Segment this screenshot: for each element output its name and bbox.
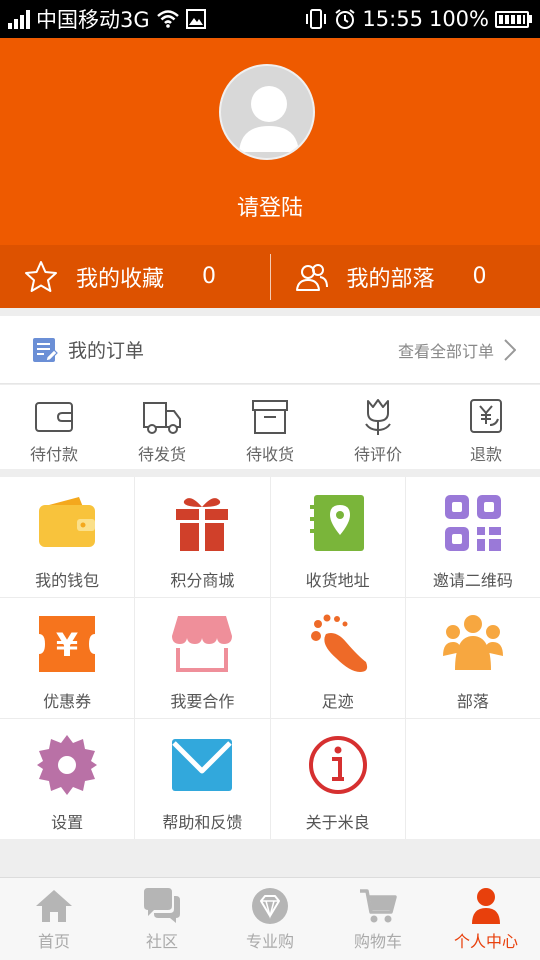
status-bar: 中国移动3G 15:55 100% xyxy=(0,0,540,38)
cart-icon xyxy=(360,889,397,923)
chevron-right-icon xyxy=(504,338,516,361)
box-icon xyxy=(252,400,288,434)
wallet-icon xyxy=(35,402,73,432)
grid-label: 邀请二维码 xyxy=(432,571,513,590)
shop-icon xyxy=(172,616,233,672)
grid-label: 关于米良 xyxy=(305,813,370,832)
grid-label: 我要合作 xyxy=(170,692,235,711)
view-all-label: 查看全部订单 xyxy=(397,341,494,361)
purse-icon xyxy=(39,497,96,547)
grid-item-invite-qr[interactable]: 邀请二维码 xyxy=(405,477,540,597)
tribes-label: 我的部落 xyxy=(346,266,435,292)
tab-community[interactable]: 社区 xyxy=(108,878,216,960)
order-pending-review[interactable]: 待评价 xyxy=(324,385,432,469)
tribes-count: 0 xyxy=(472,264,487,289)
address-book-icon xyxy=(309,495,364,551)
grid-item-points-mall[interactable]: 积分商城 xyxy=(135,477,270,597)
battery-icon xyxy=(495,10,532,28)
svg-text:¥: ¥ xyxy=(56,626,78,664)
info-icon xyxy=(308,736,367,794)
chat-icon xyxy=(144,888,180,923)
refund-icon xyxy=(470,399,502,433)
alarm-icon xyxy=(335,9,356,29)
grid-label: 帮助和反馈 xyxy=(162,813,243,832)
grid-item-coupons[interactable]: ¥ 优惠券 xyxy=(0,598,135,718)
order-label: 待收货 xyxy=(245,445,294,464)
tab-label: 个人中心 xyxy=(453,932,518,951)
signal-icon xyxy=(8,9,30,29)
grid-label: 设置 xyxy=(51,813,84,832)
order-refund[interactable]: 退款 xyxy=(432,385,540,469)
view-all-orders-link[interactable]: 查看全部订单 xyxy=(398,338,516,362)
default-avatar-icon xyxy=(239,86,299,152)
gift-icon xyxy=(176,498,229,551)
login-link[interactable]: 请登陆 xyxy=(0,190,540,222)
order-label: 待评价 xyxy=(353,445,402,464)
image-notification-icon xyxy=(185,9,206,29)
qr-code-icon xyxy=(444,495,501,551)
grid-item-address[interactable]: 收货地址 xyxy=(270,477,405,597)
group-icon xyxy=(442,615,503,670)
home-icon xyxy=(36,890,72,922)
mail-icon xyxy=(172,739,233,791)
order-pending-payment[interactable]: 待付款 xyxy=(0,385,108,469)
grid-label: 我的钱包 xyxy=(35,571,100,590)
grid-label: 优惠券 xyxy=(43,692,92,711)
grid-label: 积分商城 xyxy=(170,571,235,590)
grid-item-wallet[interactable]: 我的钱包 xyxy=(0,477,135,597)
grid-item-settings[interactable]: 设置 xyxy=(0,719,135,839)
order-status-row: 待付款 待发货 待收货 待评价 退款 xyxy=(0,385,540,469)
grid-item-about[interactable]: 关于米良 xyxy=(270,719,405,839)
tab-personal-center[interactable]: 个人中心 xyxy=(432,878,540,960)
tab-label: 首页 xyxy=(37,932,70,951)
tab-home[interactable]: 首页 xyxy=(0,878,108,960)
grid-label: 足迹 xyxy=(321,692,354,711)
users-icon xyxy=(295,263,328,291)
grid-label: 部落 xyxy=(456,692,489,711)
profile-header: 请登陆 xyxy=(0,38,540,245)
orders-header[interactable]: 我的订单 查看全部订单 xyxy=(0,316,540,384)
grid-empty-cell xyxy=(405,719,540,839)
person-icon xyxy=(472,888,500,924)
order-list-icon xyxy=(33,337,58,362)
wifi-icon xyxy=(156,10,179,28)
star-icon xyxy=(25,260,57,292)
settings-gear-icon xyxy=(37,735,98,795)
battery-percent: 100% xyxy=(428,7,489,31)
favorites-label: 我的收藏 xyxy=(76,266,165,292)
coupon-icon: ¥ xyxy=(39,616,96,672)
vibrate-icon xyxy=(306,9,327,29)
grid-item-footprints[interactable]: 足迹 xyxy=(270,598,405,718)
tab-label: 社区 xyxy=(145,932,178,951)
order-label: 退款 xyxy=(469,445,502,464)
tab-pro-shopping[interactable]: 专业购 xyxy=(216,878,324,960)
order-label: 待发货 xyxy=(137,445,186,464)
footprint-icon xyxy=(310,614,367,672)
flower-icon xyxy=(365,399,391,435)
quick-bar: 我的收藏 0 我的部落 0 xyxy=(0,245,540,308)
my-favorites-button[interactable]: 我的收藏 0 xyxy=(0,245,270,308)
orders-title: 我的订单 xyxy=(68,340,145,362)
tab-label: 购物车 xyxy=(353,932,402,951)
tab-cart[interactable]: 购物车 xyxy=(324,878,432,960)
my-tribes-button[interactable]: 我的部落 0 xyxy=(271,245,540,308)
grid-item-help-feedback[interactable]: 帮助和反馈 xyxy=(135,719,270,839)
feature-grid: 我的钱包 积分商城 收货地址 邀请二维码 ¥ 优惠券 我要合作 足迹 部落 设置… xyxy=(0,477,540,839)
favorites-count: 0 xyxy=(202,264,217,289)
tab-label: 专业购 xyxy=(245,932,294,951)
truck-icon xyxy=(143,402,181,434)
diamond-icon xyxy=(252,888,288,924)
grid-label: 收货地址 xyxy=(305,571,370,590)
carrier-label: 中国移动3G xyxy=(36,8,150,32)
clock-time: 15:55 xyxy=(362,7,423,31)
order-pending-shipment[interactable]: 待发货 xyxy=(108,385,216,469)
grid-item-cooperation[interactable]: 我要合作 xyxy=(135,598,270,718)
bottom-tab-bar: 首页 社区 专业购 购物车 个人中心 xyxy=(0,877,540,960)
order-label: 待付款 xyxy=(29,445,78,464)
grid-item-tribe[interactable]: 部落 xyxy=(405,598,540,718)
order-pending-receipt[interactable]: 待收货 xyxy=(216,385,324,469)
avatar[interactable] xyxy=(219,64,315,160)
